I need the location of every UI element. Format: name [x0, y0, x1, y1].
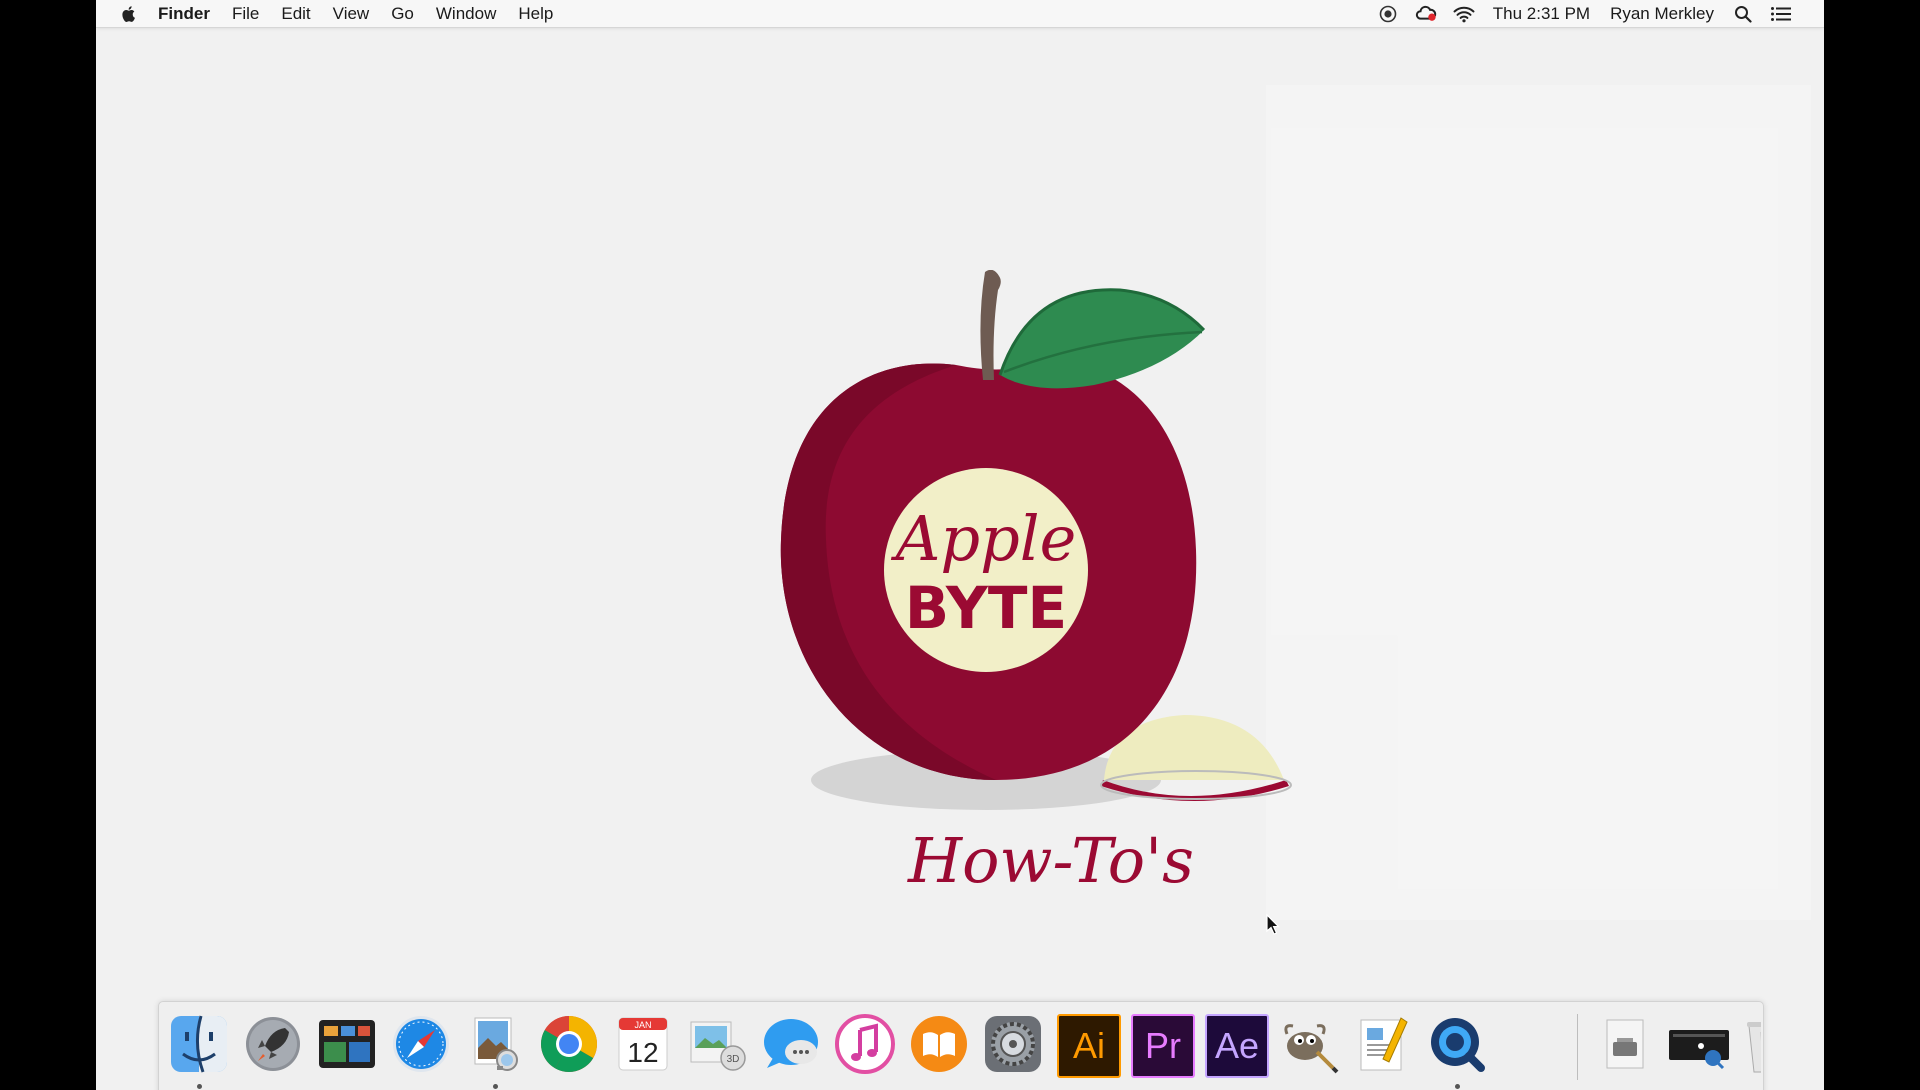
mouse-pointer-icon — [1266, 914, 1280, 935]
apple-byte-logo: Apple BYTE How-To's — [656, 269, 1356, 910]
menu-window[interactable]: Window — [425, 0, 507, 27]
dock: JAN 12 3D Ai Pr Ae — [158, 1001, 1764, 1090]
calendar-month: JAN — [634, 1020, 651, 1030]
calendar-day: 12 — [627, 1037, 658, 1068]
screen-record-icon[interactable] — [1377, 5, 1399, 23]
menubar-clock[interactable]: Thu 2:31 PM — [1483, 0, 1600, 27]
wifi-icon[interactable] — [1453, 5, 1475, 23]
quicktime-running-indicator — [1455, 1084, 1460, 1089]
trash-dock-icon[interactable] — [1741, 1012, 1761, 1076]
downloads-stack-dock-icon[interactable] — [1593, 1012, 1657, 1076]
notification-center-icon[interactable] — [1770, 5, 1792, 23]
app-menu-finder[interactable]: Finder — [150, 0, 221, 27]
system-preferences-dock-icon[interactable] — [981, 1012, 1045, 1076]
menu-help[interactable]: Help — [507, 0, 564, 27]
chrome-dock-icon[interactable] — [537, 1012, 601, 1076]
illustrator-label: Ai — [1057, 1014, 1121, 1078]
finder-running-indicator — [197, 1084, 202, 1089]
logo-line1: Apple — [891, 502, 1077, 575]
dock-separator — [1577, 1014, 1578, 1080]
quicktime-dock-icon[interactable] — [1425, 1012, 1489, 1076]
premiere-dock-icon[interactable]: Pr — [1129, 1012, 1195, 1078]
preview-dock-icon[interactable] — [463, 1012, 527, 1076]
logo-tagline: How-To's — [907, 824, 1194, 897]
ibooks-dock-icon[interactable] — [907, 1012, 971, 1076]
after-effects-label: Ae — [1205, 1014, 1269, 1078]
gimp-dock-icon[interactable] — [1277, 1012, 1341, 1076]
itunes-dock-icon[interactable] — [833, 1012, 897, 1076]
premiere-label: Pr — [1131, 1014, 1195, 1078]
svg-text:3D: 3D — [727, 1054, 740, 1065]
user-name[interactable]: Ryan Merkley — [1600, 0, 1724, 27]
spotlight-search-icon[interactable] — [1732, 5, 1754, 23]
finder-dock-icon[interactable] — [167, 1012, 231, 1076]
menu-go[interactable]: Go — [380, 0, 425, 27]
photo-booth-dock-icon[interactable]: 3D — [685, 1012, 749, 1076]
apple-illustration: Apple BYTE How-To's — [780, 269, 1292, 897]
menu-file[interactable]: File — [221, 0, 270, 27]
logo-line2: BYTE — [905, 574, 1067, 642]
calendar-dock-icon[interactable]: JAN 12 — [611, 1012, 675, 1076]
menu-bar: Finder File Edit View Go Window Help Thu… — [96, 0, 1824, 28]
textedit-dock-icon[interactable] — [1351, 1012, 1415, 1076]
mission-control-dock-icon[interactable] — [315, 1012, 379, 1076]
illustrator-dock-icon[interactable]: Ai — [1055, 1012, 1121, 1078]
after-effects-dock-icon[interactable]: Ae — [1203, 1012, 1269, 1078]
creative-cloud-icon[interactable] — [1415, 5, 1437, 23]
menu-view[interactable]: View — [322, 0, 381, 27]
menu-edit[interactable]: Edit — [270, 0, 321, 27]
safari-dock-icon[interactable] — [389, 1012, 453, 1076]
launchpad-dock-icon[interactable] — [241, 1012, 305, 1076]
screen-recordings-stack-dock-icon[interactable] — [1667, 1012, 1731, 1076]
messages-dock-icon[interactable] — [759, 1012, 823, 1076]
desktop[interactable]: Finder File Edit View Go Window Help Thu… — [96, 0, 1824, 1090]
preview-running-indicator — [493, 1084, 498, 1089]
apple-menu-icon[interactable] — [120, 5, 136, 23]
